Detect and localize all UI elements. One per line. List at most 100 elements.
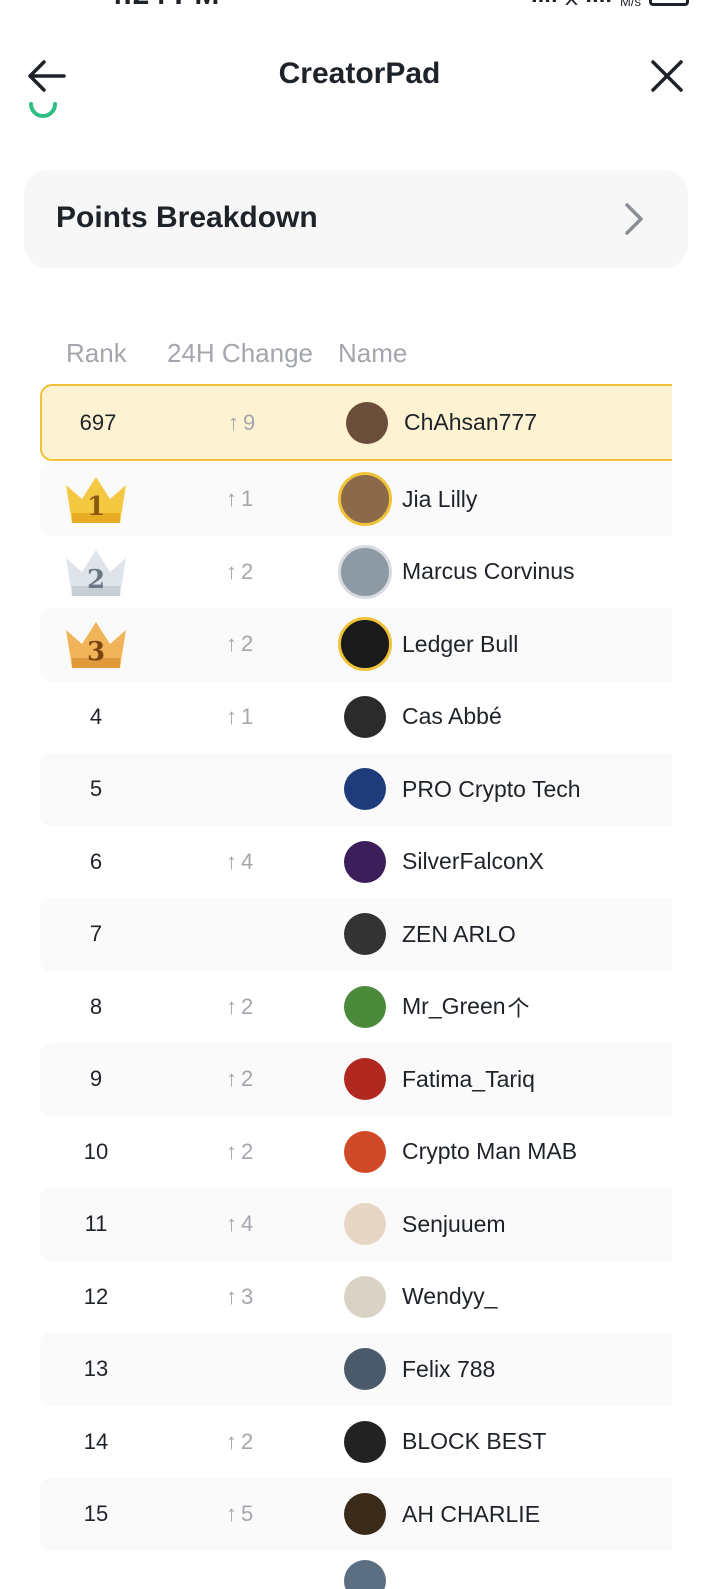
- rank-change-value: 4: [241, 1211, 254, 1237]
- avatar: [344, 1203, 386, 1246]
- rank-change: ↑ 2: [226, 1406, 253, 1479]
- user-name: AH CHARLIE: [402, 1500, 541, 1527]
- table-row[interactable]: 9 ↑ 2 Fatima_Tariq: [40, 1043, 672, 1116]
- bronze-crown-rank-3-icon: 3: [66, 622, 126, 668]
- table-row[interactable]: 8 ↑ 2 Mr_Green 个: [40, 971, 672, 1044]
- user-name: Mr_Green 个: [402, 971, 530, 1044]
- points-breakdown-card[interactable]: Points Breakdown: [24, 170, 688, 268]
- avatar: [344, 913, 386, 956]
- table-row[interactable]: 13 Felix 788: [40, 1333, 672, 1406]
- rank-change-value: 9: [243, 409, 256, 435]
- rank-number: 13: [83, 1356, 109, 1382]
- avatar: [344, 1275, 386, 1318]
- table-row[interactable]: 7 ZEN ARLO: [40, 898, 672, 971]
- rank-change: ↑ 1: [226, 681, 253, 754]
- user-name: SilverFalconX: [402, 848, 544, 875]
- rank-change: ↑ 2: [226, 1043, 253, 1116]
- table-row[interactable]: 15 ↑ 5 AH CHARLIE: [40, 1478, 672, 1551]
- rank-change-value: 2: [241, 993, 254, 1019]
- rank-change-value: 1: [241, 486, 254, 512]
- rank-change-value: 2: [241, 558, 254, 584]
- table-row[interactable]: 2 ↑ 2 Marcus Corvinus: [40, 536, 672, 609]
- rank-change: ↑ 2: [226, 1116, 253, 1189]
- gold-crown-rank-1-icon: 1: [66, 477, 126, 523]
- table-row[interactable]: 5 PRO Crypto Tech: [40, 753, 672, 826]
- rank-change-value: 2: [241, 1428, 254, 1454]
- page-title: CreatorPad: [278, 57, 441, 90]
- creatorpad-page: 4:24 PM .ıll ᛝ .ıll M/s CreatorPad Point…: [0, 0, 719, 1589]
- arrow-up-icon: ↑: [226, 993, 237, 1019]
- close-button[interactable]: [649, 58, 685, 94]
- svg-text:2: 2: [87, 565, 105, 595]
- avatar: [344, 768, 386, 811]
- user-name: Crypto Man MAB: [402, 1138, 578, 1165]
- avatar: [344, 1420, 386, 1463]
- rank-change: ↑ 2: [226, 536, 253, 609]
- rank-number: 7: [89, 921, 103, 947]
- rank-change: ↑ 5: [226, 1478, 253, 1551]
- avatar: [338, 617, 392, 672]
- svg-text:3: 3: [87, 637, 105, 667]
- loading-spinner-icon: [29, 102, 57, 118]
- avatar: [338, 544, 392, 599]
- rank-number: 15: [83, 1501, 109, 1527]
- current-user-row[interactable]: 697 ↑ 9 ChAhsan777: [40, 384, 672, 461]
- rank-number: 9: [89, 1066, 103, 1092]
- avatar: [344, 1493, 386, 1536]
- rank-number: 697: [79, 409, 117, 435]
- table-row[interactable]: 6 ↑ 4 SilverFalconX: [40, 826, 672, 899]
- user-name: ZEN ARLO: [402, 920, 516, 947]
- avatar: [344, 1348, 386, 1391]
- table-row[interactable]: 14 ↑ 2 BLOCK BEST: [40, 1406, 672, 1479]
- user-name: Jia Lilly: [402, 485, 478, 512]
- rank-change: ↑ 1: [226, 463, 253, 536]
- user-name: BLOCK BEST: [402, 1428, 547, 1455]
- rank-change-value: 4: [241, 848, 254, 874]
- battery-icon: [649, 0, 689, 6]
- table-row[interactable]: 3 ↑ 2 Ledger Bull: [40, 608, 672, 681]
- table-row[interactable]: 11 ↑ 4 Senjuuem: [40, 1188, 672, 1261]
- arrow-up-icon: ↑: [226, 631, 237, 657]
- silver-crown-rank-2-icon: 2: [66, 549, 126, 596]
- name-column-header: Name: [338, 338, 408, 368]
- user-name: ChAhsan777: [404, 409, 537, 435]
- user-name: PRO Crypto Tech: [402, 775, 581, 802]
- avatar: [344, 985, 386, 1028]
- rank-change: ↑ 4: [226, 1188, 253, 1261]
- table-row[interactable]: 10 ↑ 2 Crypto Man MAB: [40, 1116, 672, 1189]
- status-bar: 4:24 PM .ıll ᛝ .ıll M/s: [0, 0, 719, 12]
- user-name: Fatima_Tariq: [402, 1065, 535, 1092]
- network-speed-unit: M/s: [620, 0, 641, 9]
- rank-number: 11: [84, 1211, 108, 1237]
- table-row[interactable]: 12 ↑ 3 Wendyy_: [40, 1261, 672, 1334]
- user-name: Senjuuem: [402, 1210, 506, 1237]
- table-row[interactable]: 4 ↑ 1 Cas Abbé: [40, 681, 672, 754]
- arrow-up-icon: ↑: [228, 409, 239, 435]
- arrow-up-icon: ↑: [226, 486, 237, 512]
- rank-number: 4: [89, 703, 103, 729]
- user-name: Felix 788: [402, 1355, 496, 1382]
- rank-number: 8: [89, 993, 103, 1019]
- status-icons: .ıll ᛝ .ıll M/s: [531, 0, 689, 9]
- rank-change: ↑ 2: [226, 971, 253, 1044]
- rank-change-value: 3: [241, 1283, 254, 1309]
- avatar: [344, 1130, 386, 1173]
- user-name: Marcus Corvinus: [402, 558, 575, 585]
- rank-change-value: 5: [241, 1501, 254, 1527]
- rank-change-value: 1: [241, 703, 254, 729]
- change-column-header: 24H Change: [167, 338, 313, 368]
- leaderboard-column-headers: Rank 24H Change Name: [0, 338, 719, 372]
- arrow-up-icon: ↑: [226, 703, 237, 729]
- user-name: Wendyy_: [402, 1283, 498, 1310]
- table-row[interactable]: 1 ↑ 1 Jia Lilly: [40, 463, 672, 536]
- user-name: Ledger Bull: [402, 630, 519, 657]
- rank-change: ↑ 2: [226, 608, 253, 681]
- avatar: [338, 472, 392, 527]
- avatar: [344, 840, 386, 883]
- avatar: [344, 1058, 386, 1101]
- close-icon: [651, 60, 683, 92]
- points-breakdown-label: Points Breakdown: [56, 201, 318, 234]
- rank-column-header: Rank: [66, 338, 127, 368]
- rank-change-value: 2: [241, 631, 254, 657]
- status-time: 4:24 PM: [106, 0, 219, 12]
